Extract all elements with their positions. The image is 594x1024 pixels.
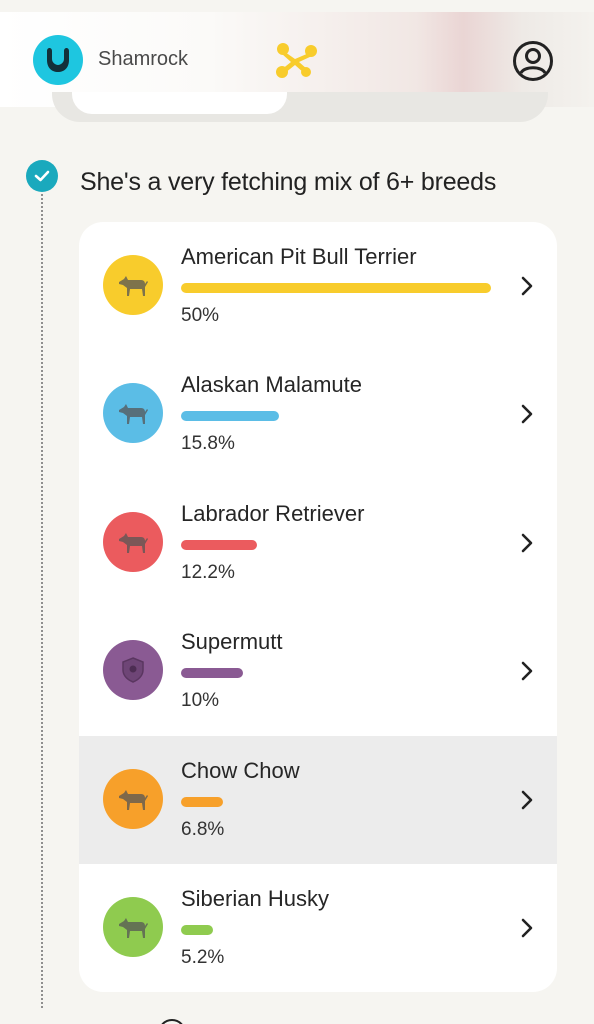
- breed-row-alaskan-malamute[interactable]: Alaskan Malamute 15.8%: [79, 350, 557, 478]
- breed-name: American Pit Bull Terrier: [181, 244, 417, 269]
- chevron-right-icon[interactable]: [517, 403, 537, 425]
- paw-logo-icon[interactable]: [33, 35, 83, 85]
- breed-percent: 5.2%: [181, 947, 225, 968]
- breed-percent: 50%: [181, 305, 220, 326]
- breed-percent: 6.8%: [181, 818, 225, 840]
- breed-row-supermutt[interactable]: Supermutt 10%: [79, 607, 557, 735]
- breed-percent-bar: [181, 411, 279, 422]
- breed-percent-bar: [181, 925, 214, 935]
- timeline-line: [41, 194, 43, 1024]
- dog-silhouette-icon: [103, 511, 163, 572]
- breed-name: Labrador Retriever: [181, 500, 365, 526]
- supermutt-badge-icon: [103, 640, 163, 701]
- breed-percent-bar: [181, 283, 491, 293]
- breed-name: Siberian Husky: [181, 886, 329, 911]
- breed-percent-bar: [181, 539, 257, 550]
- section-title: She's a very fetching mix of 6+ breeds: [80, 168, 497, 196]
- breed-percent-bar: [181, 668, 243, 679]
- breed-percent: 15.8%: [181, 433, 235, 455]
- chevron-right-icon[interactable]: [517, 917, 537, 939]
- breed-row-chow-chow[interactable]: Chow Chow 6.8%: [79, 735, 557, 864]
- breed-row-labrador-retriever[interactable]: Labrador Retriever 12.2%: [79, 479, 557, 607]
- bone-toy-icon[interactable]: [276, 42, 318, 78]
- chevron-right-icon[interactable]: [517, 660, 537, 682]
- previous-card-edge: [52, 92, 548, 122]
- breed-name: Alaskan Malamute: [181, 372, 362, 398]
- chevron-right-icon[interactable]: [517, 789, 537, 811]
- breed-percent: 10%: [181, 690, 220, 712]
- breed-percent-bar: [181, 796, 224, 807]
- account-icon[interactable]: [512, 40, 554, 82]
- breed-name: Supermutt: [181, 629, 283, 655]
- chevron-right-icon[interactable]: [517, 532, 537, 554]
- dog-silhouette-icon: [103, 768, 163, 829]
- pet-name[interactable]: Shamrock: [98, 48, 188, 71]
- breed-row-siberian-husky[interactable]: Siberian Husky 5.2%: [79, 864, 557, 992]
- check-icon: [26, 160, 58, 192]
- breed-name: Chow Chow: [181, 757, 300, 783]
- dog-silhouette-icon: [103, 383, 163, 444]
- chevron-right-icon[interactable]: [517, 275, 537, 297]
- breed-list: American Pit Bull Terrier 50% Alaskan Mala…: [79, 222, 557, 992]
- breed-row-american-pit-bull-terrier[interactable]: American Pit Bull Terrier 50%: [79, 222, 557, 350]
- dog-silhouette-icon: [103, 897, 163, 957]
- breed-percent: 12.2%: [181, 561, 235, 583]
- dog-silhouette-icon: [103, 255, 163, 315]
- bottom-strip: [0, 1010, 594, 1024]
